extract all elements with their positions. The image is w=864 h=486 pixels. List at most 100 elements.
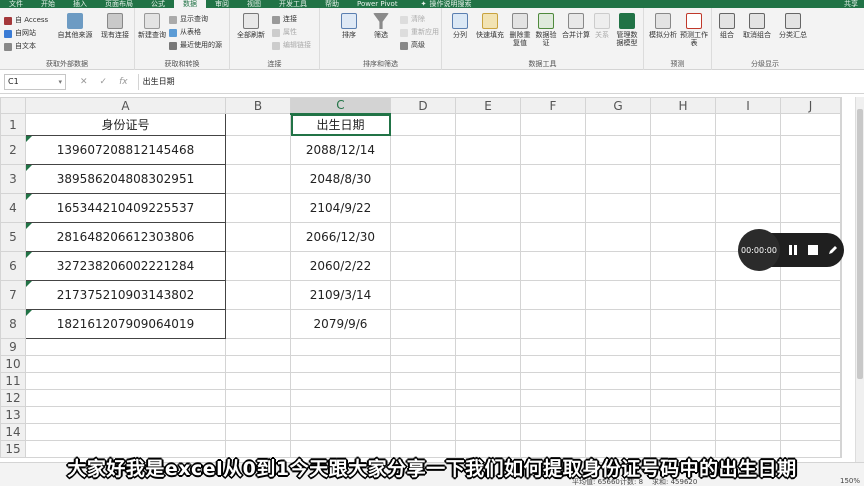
- cell-h12[interactable]: [650, 389, 716, 407]
- cell-e8[interactable]: [455, 309, 521, 339]
- cell-d14[interactable]: [390, 423, 456, 441]
- cell-j11[interactable]: [780, 372, 841, 390]
- cell-f9[interactable]: [520, 338, 586, 356]
- column-header-d[interactable]: D: [390, 97, 456, 114]
- row-header[interactable]: 12: [0, 389, 26, 407]
- cell-d6[interactable]: [390, 251, 456, 281]
- cell-c4[interactable]: 2104/9/22: [290, 193, 391, 223]
- column-header-e[interactable]: E: [455, 97, 521, 114]
- cell-h7[interactable]: [650, 280, 716, 310]
- cell-i4[interactable]: [715, 193, 781, 223]
- cell-e10[interactable]: [455, 355, 521, 373]
- show-queries-button[interactable]: 显示查询: [169, 15, 208, 24]
- cell-d2[interactable]: [390, 135, 456, 165]
- row-header[interactable]: 4: [0, 193, 26, 223]
- cell-g7[interactable]: [585, 280, 651, 310]
- column-header-a[interactable]: A: [25, 97, 226, 114]
- cell-j3[interactable]: [780, 164, 841, 194]
- cell-i13[interactable]: [715, 406, 781, 424]
- ribbon-tab[interactable]: 数据: [174, 0, 206, 8]
- select-all-corner[interactable]: [0, 97, 26, 114]
- cell-c7[interactable]: 2109/3/14: [290, 280, 391, 310]
- cell-e6[interactable]: [455, 251, 521, 281]
- cell-overflow[interactable]: [840, 113, 842, 136]
- cell-h5[interactable]: [650, 222, 716, 252]
- cell-f11[interactable]: [520, 372, 586, 390]
- cell-c9[interactable]: [290, 338, 391, 356]
- sort-button[interactable]: 排序: [336, 13, 362, 39]
- cell-a4[interactable]: 165344210409225537: [25, 193, 226, 223]
- reapply-button[interactable]: 重新应用: [400, 28, 439, 37]
- cell-c12[interactable]: [290, 389, 391, 407]
- cell-d5[interactable]: [390, 222, 456, 252]
- cell-e9[interactable]: [455, 338, 521, 356]
- cell-d9[interactable]: [390, 338, 456, 356]
- cell-e11[interactable]: [455, 372, 521, 390]
- ribbon-tab[interactable]: 文件: [0, 0, 32, 8]
- cell-e1[interactable]: [455, 113, 521, 136]
- cell-b8[interactable]: [225, 309, 291, 339]
- cell-j4[interactable]: [780, 193, 841, 223]
- cell-j8[interactable]: [780, 309, 841, 339]
- cell-e4[interactable]: [455, 193, 521, 223]
- cell-a8[interactable]: 182161207909064019: [25, 309, 226, 339]
- cell-f10[interactable]: [520, 355, 586, 373]
- column-header-c[interactable]: C: [290, 97, 391, 115]
- filter-button[interactable]: 筛选: [368, 13, 394, 39]
- cell-b3[interactable]: [225, 164, 291, 194]
- cell-f6[interactable]: [520, 251, 586, 281]
- properties-button[interactable]: 属性: [272, 28, 297, 37]
- from-table-button[interactable]: 从表格: [169, 28, 201, 37]
- ribbon-tab[interactable]: 页面布局: [96, 0, 142, 8]
- cell-e7[interactable]: [455, 280, 521, 310]
- row-header[interactable]: 14: [0, 423, 26, 441]
- cell-overflow[interactable]: [840, 372, 842, 390]
- from-web-button[interactable]: 自网站: [4, 29, 36, 38]
- what-if-analysis-button[interactable]: 模拟分析: [648, 13, 678, 39]
- cell-overflow[interactable]: [840, 338, 842, 356]
- share-button[interactable]: 共享: [844, 0, 864, 8]
- cell-b2[interactable]: [225, 135, 291, 165]
- row-header[interactable]: 6: [0, 251, 26, 281]
- ribbon-tab[interactable]: 开发工具: [270, 0, 316, 8]
- cell-e5[interactable]: [455, 222, 521, 252]
- cell-g8[interactable]: [585, 309, 651, 339]
- row-header[interactable]: 5: [0, 222, 26, 252]
- cell-d13[interactable]: [390, 406, 456, 424]
- cell-a12[interactable]: [25, 389, 226, 407]
- existing-connections-button[interactable]: 现有连接: [98, 13, 132, 39]
- cell-h11[interactable]: [650, 372, 716, 390]
- pen-icon[interactable]: [826, 243, 840, 257]
- cell-g14[interactable]: [585, 423, 651, 441]
- edit-links-button[interactable]: 编辑链接: [272, 41, 311, 50]
- cell-overflow[interactable]: [840, 164, 842, 194]
- cell-a6[interactable]: 327238206002221284: [25, 251, 226, 281]
- cell-b11[interactable]: [225, 372, 291, 390]
- cell-j1[interactable]: [780, 113, 841, 136]
- cell-j2[interactable]: [780, 135, 841, 165]
- subtotal-button[interactable]: 分类汇总: [776, 13, 810, 39]
- cell-f8[interactable]: [520, 309, 586, 339]
- cell-h6[interactable]: [650, 251, 716, 281]
- cell-overflow[interactable]: [840, 406, 842, 424]
- tell-me-search[interactable]: ✦ 操作说明搜索: [421, 0, 472, 8]
- cell-a11[interactable]: [25, 372, 226, 390]
- cell-h3[interactable]: [650, 164, 716, 194]
- cell-c10[interactable]: [290, 355, 391, 373]
- column-header-j[interactable]: J: [780, 97, 841, 114]
- cell-a2[interactable]: 139607208812145468: [25, 135, 226, 165]
- cell-g9[interactable]: [585, 338, 651, 356]
- column-header-b[interactable]: B: [225, 97, 291, 114]
- row-header[interactable]: 8: [0, 309, 26, 339]
- cell-d11[interactable]: [390, 372, 456, 390]
- flash-fill-button[interactable]: 快速填充: [474, 13, 506, 39]
- cell-g2[interactable]: [585, 135, 651, 165]
- cell-j10[interactable]: [780, 355, 841, 373]
- cell-c1[interactable]: 出生日期: [290, 113, 391, 136]
- cell-a3[interactable]: 389586204808302951: [25, 164, 226, 194]
- from-text-button[interactable]: 自文本: [4, 42, 36, 51]
- cell-f2[interactable]: [520, 135, 586, 165]
- row-header[interactable]: 11: [0, 372, 26, 390]
- name-box[interactable]: C1 ▾: [4, 73, 66, 90]
- cell-j13[interactable]: [780, 406, 841, 424]
